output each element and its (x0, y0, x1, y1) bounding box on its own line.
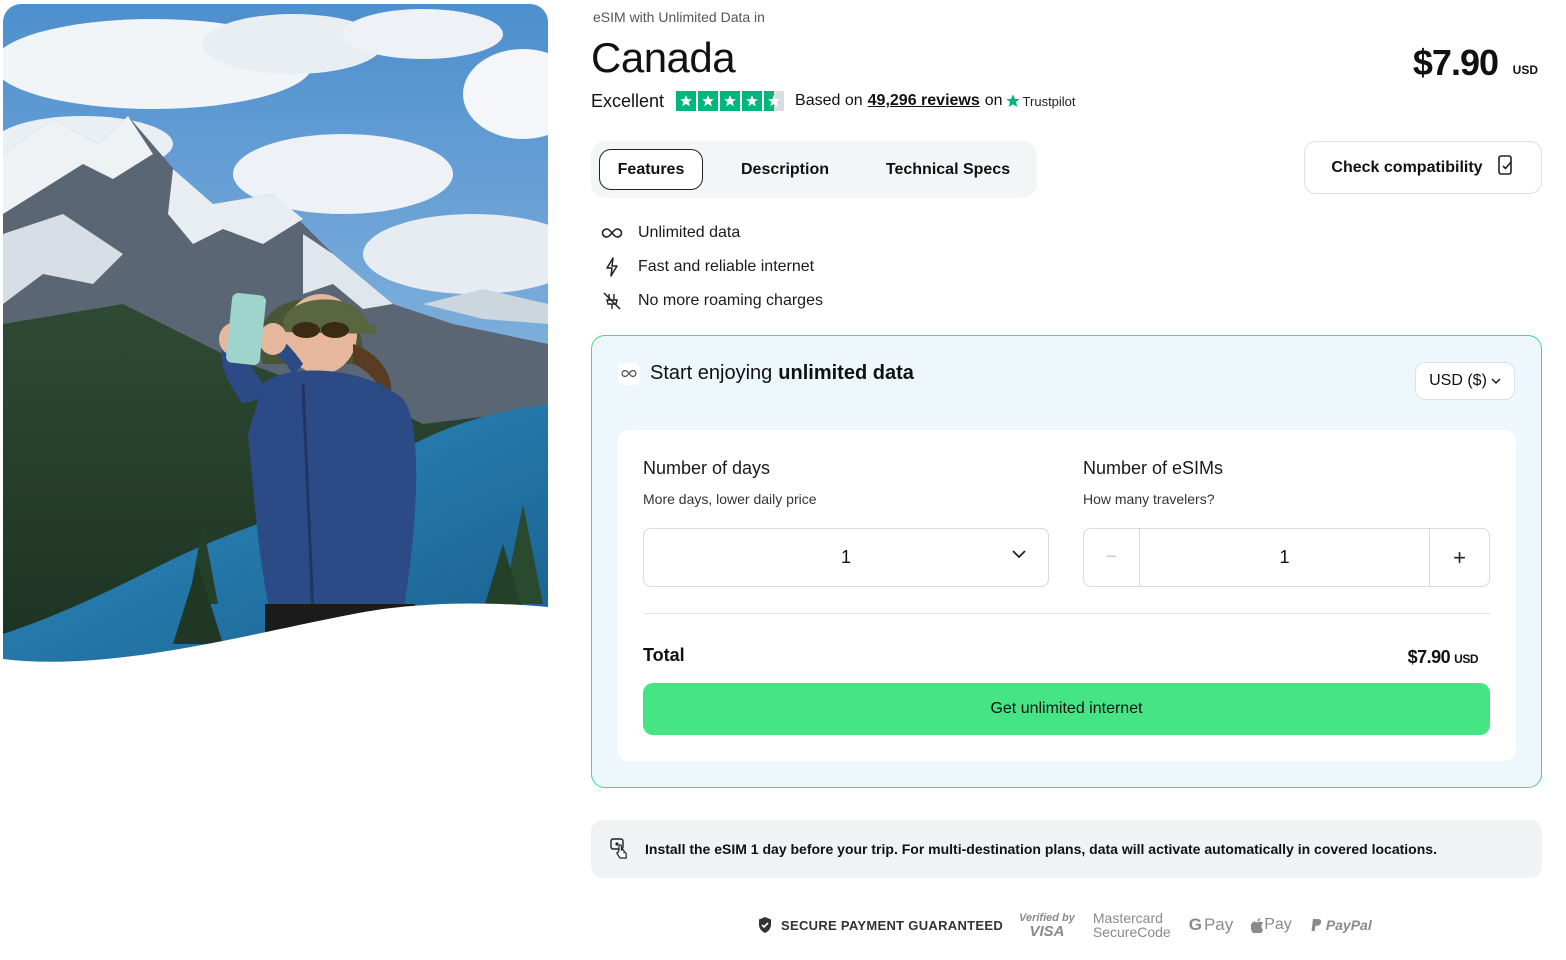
total-amount: $7.90 (1407, 647, 1451, 667)
chevron-down-icon (1012, 550, 1026, 559)
feature-label: No more roaming charges (638, 292, 823, 309)
hero-image (3, 4, 548, 664)
trustpilot-logo[interactable]: Trustpilot (1005, 93, 1076, 109)
feature-item: Unlimited data (600, 216, 823, 250)
feature-item: No more roaming charges (600, 284, 823, 318)
currency-select-value: USD ($) (1429, 372, 1487, 389)
purchase-heading-prefix: Start enjoying (650, 362, 773, 384)
apple-pay-text: Pay (1264, 916, 1292, 933)
half-star-icon (764, 91, 785, 111)
esim-quantity-value[interactable]: 1 (1140, 529, 1429, 586)
chevron-down-icon (1491, 378, 1501, 384)
no-roaming-icon (600, 290, 624, 312)
rating-label: Excellent (591, 90, 665, 111)
secure-payment-text: SECURE PAYMENT GUARANTEED (781, 917, 1004, 933)
days-value: 1 (840, 547, 851, 567)
esims-sublabel: How many travelers? (1083, 491, 1215, 507)
get-unlimited-internet-button[interactable]: Get unlimited internet (643, 683, 1490, 735)
lightning-icon (600, 256, 624, 278)
total-label: Total (643, 645, 685, 665)
rating-on: on (984, 92, 1003, 109)
infinity-icon (618, 362, 640, 385)
decrement-button[interactable]: − (1084, 529, 1140, 586)
mc-line2: SecureCode (1092, 924, 1171, 940)
purchase-heading: Start enjoying unlimited data (618, 362, 914, 385)
price: $7.90 (1412, 42, 1499, 83)
rating-stars (676, 91, 785, 111)
infinity-icon (600, 222, 624, 244)
paypal-logo: PayPal (1310, 917, 1372, 933)
star-icon (698, 91, 719, 111)
trustpilot-label: Trustpilot (1022, 93, 1076, 109)
check-compatibility-label: Check compatibility (1331, 158, 1483, 176)
trustpilot-star-icon (1005, 94, 1020, 107)
feature-list: Unlimited data Fast and reliable interne… (600, 216, 823, 318)
purchase-form: Number of days More days, lower daily pr… (617, 430, 1516, 761)
google-pay-logo: G Pay (1189, 915, 1234, 935)
page-title: Canada (591, 34, 736, 81)
price-currency: USD (1512, 63, 1538, 77)
feature-label: Unlimited data (638, 224, 741, 241)
days-sublabel: More days, lower daily price (643, 491, 817, 507)
verified-by-visa-logo: Verified by VISA (1019, 912, 1075, 940)
tab-technical-specs[interactable]: Technical Specs (867, 149, 1029, 190)
currency-select[interactable]: USD ($) (1415, 362, 1515, 400)
rating-row: Excellent Based on 49,296 reviews on Tru… (591, 89, 1076, 113)
feature-label: Fast and reliable internet (638, 258, 815, 275)
increment-button[interactable]: + (1429, 529, 1489, 586)
paypal-text: PayPal (1325, 917, 1372, 933)
install-info-banner: Install the eSIM 1 day before your trip.… (591, 820, 1542, 878)
apple-icon (1251, 917, 1264, 933)
product-eyebrow: eSIM with Unlimited Data in (593, 9, 765, 25)
purchase-panel: Start enjoying unlimited data USD ($) Nu… (591, 335, 1542, 788)
feature-item: Fast and reliable internet (600, 250, 823, 284)
check-compatibility-button[interactable]: Check compatibility (1304, 141, 1542, 194)
visa-line2: VISA (1029, 923, 1065, 940)
shield-check-icon (759, 917, 771, 933)
tab-description[interactable]: Description (703, 149, 867, 190)
star-icon (742, 91, 763, 111)
esim-quantity-stepper: − 1 + (1083, 528, 1490, 587)
product-tabs: Features Description Technical Specs (591, 141, 1037, 198)
days-label: Number of days (643, 458, 771, 478)
total-value: $7.90 USD (1407, 647, 1479, 668)
divider (643, 613, 1490, 614)
tab-features[interactable]: Features (599, 149, 703, 190)
install-info-text: Install the eSIM 1 day before your trip.… (645, 841, 1437, 857)
purchase-heading-bold: unlimited data (778, 362, 914, 384)
esims-label: Number of eSIMs (1083, 458, 1224, 478)
star-icon (676, 91, 697, 111)
google-g-icon: G (1188, 915, 1202, 934)
mastercard-securecode-logo: Mastercard SecureCode (1093, 911, 1171, 939)
apple-pay-logo: Pay (1251, 916, 1292, 934)
star-icon (720, 91, 741, 111)
days-select[interactable]: 1 (643, 528, 1049, 587)
gpay-text: Pay (1203, 915, 1234, 934)
reviews-link[interactable]: 49,296 reviews (868, 92, 980, 110)
payment-methods: SECURE PAYMENT GUARANTEED Verified by VI… (757, 908, 1390, 942)
rating-based-on: Based on (795, 92, 863, 109)
secure-payment-label: SECURE PAYMENT GUARANTEED (757, 916, 1003, 934)
touch-phone-icon (609, 837, 631, 861)
paypal-icon (1311, 919, 1321, 931)
total-currency: USD (1454, 652, 1478, 666)
mc-line1: Mastercard (1092, 910, 1163, 926)
phone-check-icon (1497, 155, 1515, 180)
